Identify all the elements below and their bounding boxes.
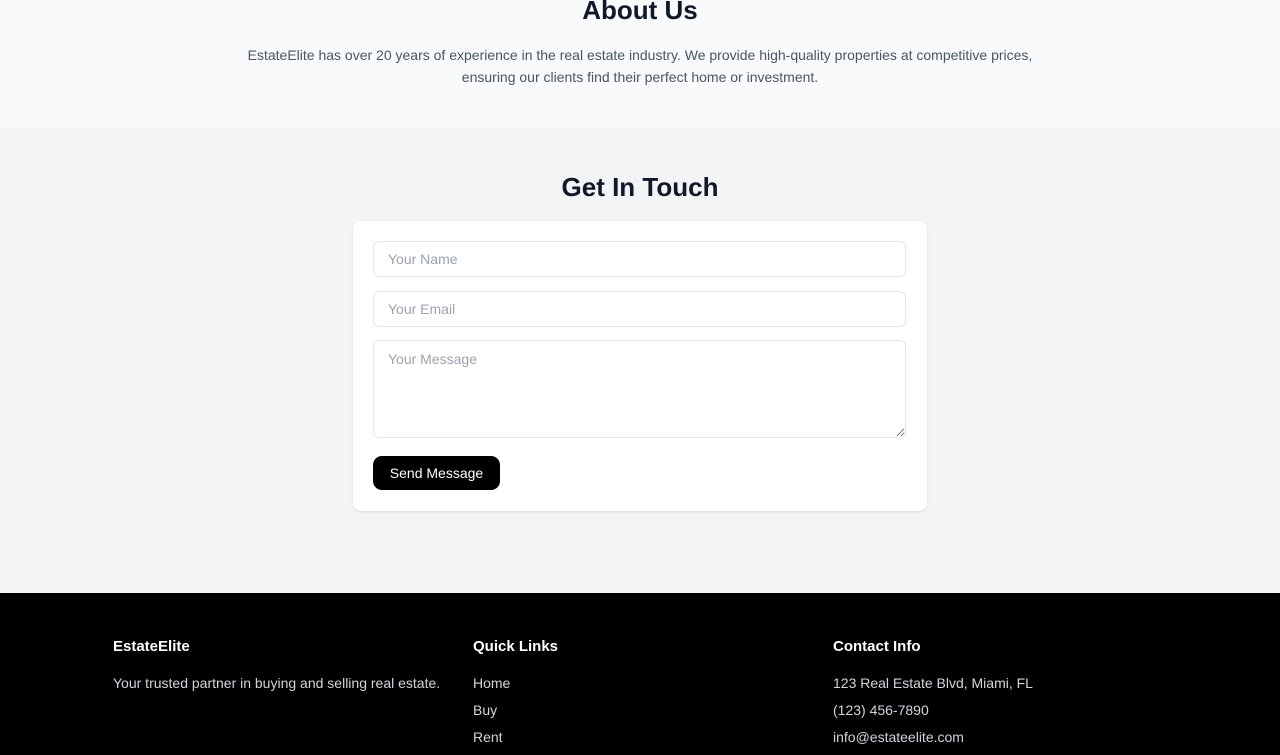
- quick-links-heading: Quick Links: [473, 638, 559, 655]
- footer-tagline: Your trusted partner in buying and selli…: [113, 675, 441, 691]
- about-description: EstateElite has over 20 years of experie…: [247, 47, 1033, 85]
- contact-phone: (123) 456-7890: [833, 702, 929, 718]
- message-textarea[interactable]: [373, 340, 906, 438]
- contact-section: Get In Touch Send Message: [0, 129, 1280, 593]
- contact-address: 123 Real Estate Blvd, Miami, FL: [833, 675, 1033, 691]
- footer-brand-name: EstateElite: [113, 638, 190, 655]
- footer-link-rent[interactable]: Rent: [473, 729, 503, 745]
- contact-info-heading: Contact Info: [833, 638, 921, 655]
- footer-brand-column: EstateElite Your trusted partner in buyi…: [113, 637, 453, 693]
- contact-form: Send Message: [353, 221, 927, 511]
- email-input[interactable]: [373, 291, 906, 327]
- send-message-button[interactable]: Send Message: [373, 456, 500, 490]
- contact-title: Get In Touch: [561, 172, 719, 202]
- footer-quick-links-column: Quick Links Home Buy Rent: [473, 637, 813, 754]
- contact-email: info@estateelite.com: [833, 729, 964, 745]
- about-title: About Us: [582, 0, 698, 25]
- quick-links-list: Home Buy Rent: [473, 673, 813, 747]
- about-section: About Us EstateElite has over 20 years o…: [0, 0, 1280, 129]
- footer-contact-column: Contact Info 123 Real Estate Blvd, Miami…: [833, 637, 1173, 754]
- contact-info-list: 123 Real Estate Blvd, Miami, FL (123) 45…: [833, 673, 1173, 747]
- footer: EstateElite Your trusted partner in buyi…: [0, 593, 1280, 755]
- footer-link-buy[interactable]: Buy: [473, 702, 497, 718]
- name-input[interactable]: [373, 241, 906, 277]
- footer-link-home[interactable]: Home: [473, 675, 510, 691]
